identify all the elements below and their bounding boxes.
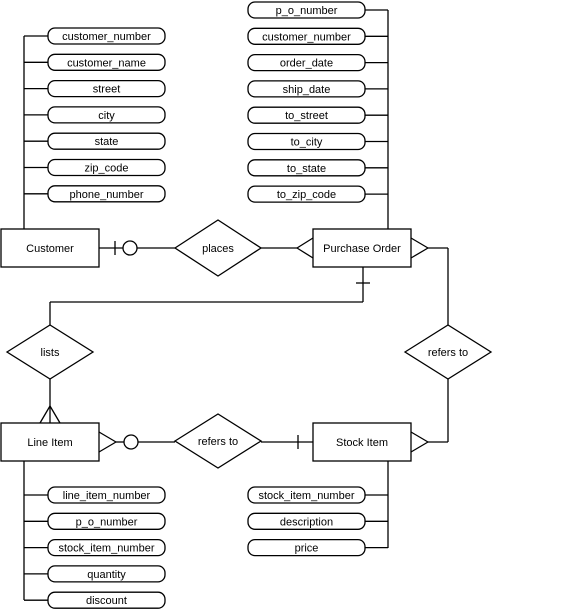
attribute-label: description bbox=[280, 516, 333, 528]
connector-po-lists bbox=[49, 267, 370, 325]
attribute-label: to_street bbox=[285, 110, 328, 122]
relationship-places-label: places bbox=[202, 243, 234, 255]
attribute-stock_item-1[interactable]: description bbox=[247, 512, 388, 530]
attribute-label: phone_number bbox=[69, 189, 143, 201]
attribute-customer-0[interactable]: customer_number bbox=[24, 27, 166, 45]
attribute-label: quantity bbox=[87, 569, 126, 581]
attribute-line_item-2[interactable]: stock_item_number bbox=[24, 538, 166, 557]
cardinality-optional-mark bbox=[122, 240, 138, 256]
attribute-purchase_order-7[interactable]: to_zip_code bbox=[247, 185, 388, 203]
attribute-customer-6[interactable]: phone_number bbox=[24, 185, 166, 203]
attribute-purchase_order-2[interactable]: order_date bbox=[247, 53, 388, 72]
attribute-stock_item-2[interactable]: price bbox=[247, 538, 388, 557]
entity-purchase-order-label: Purchase Order bbox=[323, 243, 401, 255]
relationship-refers-to-li-label: refers to bbox=[198, 436, 238, 448]
attribute-label: zip_code bbox=[84, 163, 128, 175]
attribute-purchase_order-5[interactable]: to_city bbox=[247, 132, 388, 151]
attribute-label: p_o_number bbox=[76, 516, 138, 528]
attribute-line_item-4[interactable]: discount bbox=[24, 591, 166, 609]
connector-lists-lineitem bbox=[39, 379, 61, 424]
entity-stock-item-label: Stock Item bbox=[336, 437, 388, 449]
attribute-label: customer_number bbox=[262, 31, 351, 43]
attribute-label: p_o_number bbox=[276, 5, 338, 17]
entity-line-item-label: Line Item bbox=[27, 437, 72, 449]
attribute-label: customer_number bbox=[62, 31, 151, 43]
er-diagram: customer_number customer_namestreet city st… bbox=[0, 1, 493, 609]
connector-lineitem-refersto bbox=[98, 431, 175, 453]
attribute-purchase_order-1[interactable]: customer_number bbox=[247, 27, 388, 45]
attribute-label: street bbox=[93, 84, 121, 96]
entity-stock-item[interactable]: Stock Item bbox=[312, 422, 412, 462]
attribute-label: price bbox=[295, 543, 319, 555]
attribute-purchase_order-6[interactable]: to_state bbox=[247, 159, 388, 177]
entity-customer-label: Customer bbox=[26, 243, 74, 255]
attribute-label: to_zip_code bbox=[277, 189, 336, 201]
attribute-label: discount bbox=[86, 595, 127, 607]
attribute-label: ship_date bbox=[283, 84, 331, 96]
relationship-refers-to-line-stock[interactable]: refers to bbox=[173, 413, 263, 469]
attribute-customer-5[interactable]: zip_code bbox=[24, 158, 166, 177]
connector-refersto-stock bbox=[410, 379, 449, 453]
attribute-label: order_date bbox=[280, 58, 333, 70]
attribute-line_item-1[interactable]: p_o_number bbox=[24, 512, 166, 530]
attribute-customer-3[interactable]: city bbox=[24, 106, 166, 124]
attribute-stock_item-0[interactable]: stock_item_number bbox=[247, 486, 388, 504]
attribute-label: stock_item_number bbox=[59, 543, 155, 555]
relationship-refers-to-po-stock[interactable]: refers to bbox=[403, 324, 493, 380]
attribute-customer-4[interactable]: state bbox=[24, 132, 166, 150]
attribute-customer-2[interactable]: street bbox=[24, 79, 166, 98]
attribute-line_item-0[interactable]: line_item_number bbox=[24, 486, 166, 504]
attribute-label: to_state bbox=[287, 163, 326, 175]
relationship-places[interactable]: places bbox=[173, 219, 263, 277]
attribute-purchase_order-4[interactable]: to_street bbox=[247, 106, 388, 124]
attribute-line_item-3[interactable]: quantity bbox=[24, 565, 166, 583]
attribute-purchase_order-0[interactable]: p_o_number bbox=[247, 1, 388, 19]
entity-line-item[interactable]: Line Item bbox=[0, 422, 100, 462]
relationship-lists-label: lists bbox=[41, 347, 60, 359]
connector-customer-places bbox=[99, 240, 175, 256]
entity-customer[interactable]: Customer bbox=[0, 228, 100, 268]
attribute-customer-1[interactable]: customer_name bbox=[24, 53, 166, 71]
attribute-label: state bbox=[95, 136, 119, 148]
attribute-label: to_city bbox=[291, 137, 323, 149]
attribute-purchase_order-3[interactable]: ship_date bbox=[247, 80, 388, 98]
relationship-refers-to-po-label: refers to bbox=[428, 347, 468, 359]
attribute-label: stock_item_number bbox=[259, 490, 355, 502]
attribute-label: line_item_number bbox=[63, 490, 151, 502]
entity-purchase-order[interactable]: Purchase Order bbox=[312, 228, 412, 268]
connector-refersto-stockitem bbox=[261, 435, 313, 449]
connector-po-refersto bbox=[410, 237, 449, 325]
relationship-lists[interactable]: lists bbox=[5, 324, 95, 380]
attribute-label: city bbox=[98, 110, 115, 122]
connector-places-po bbox=[261, 237, 314, 259]
attribute-label: customer_name bbox=[67, 57, 146, 69]
cardinality-optional-mark bbox=[123, 434, 139, 450]
